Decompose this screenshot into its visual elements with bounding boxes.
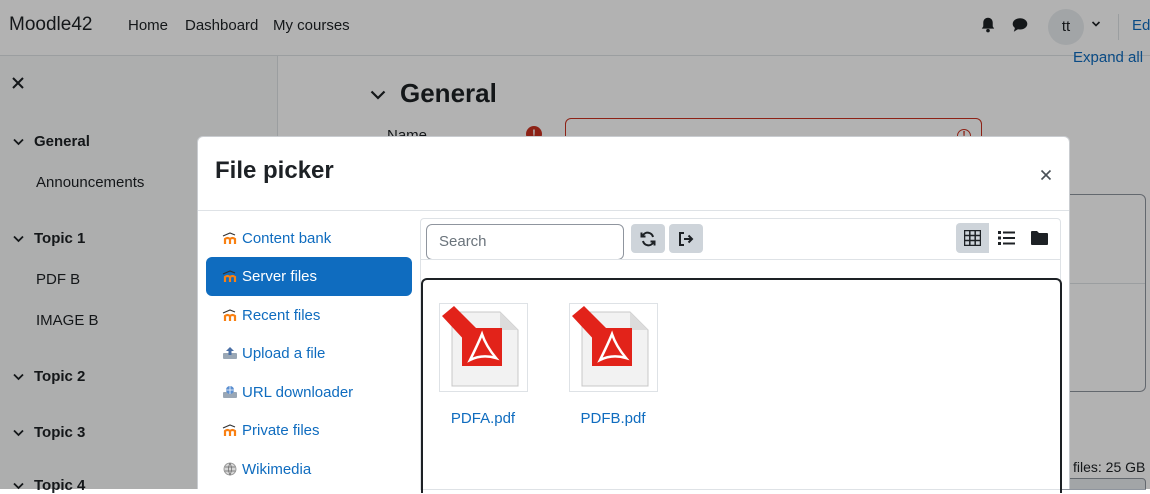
repo-label: Server files (242, 268, 318, 285)
repo-recent-files[interactable]: Recent files (206, 296, 412, 335)
repo-upload-a-file[interactable]: Upload a file (206, 334, 412, 373)
refresh-button[interactable] (631, 224, 665, 253)
refresh-icon (640, 231, 656, 247)
file-tile-pdfb[interactable]: PDFB.pdf (553, 303, 673, 427)
repo-wikimedia[interactable]: Wikimedia (206, 450, 412, 489)
logout-button[interactable] (669, 224, 703, 253)
sign-out-icon (679, 232, 694, 246)
file-name[interactable]: PDFA.pdf (423, 410, 543, 427)
close-icon[interactable] (1040, 169, 1052, 181)
moodle-icon (222, 424, 237, 436)
repo-url-downloader[interactable]: URL downloader (206, 373, 412, 412)
folder-icon (1031, 231, 1048, 245)
file-thumbnail (438, 303, 528, 392)
search-input[interactable]: Search (426, 224, 624, 260)
repo-label: URL downloader (242, 384, 354, 401)
file-name[interactable]: PDFB.pdf (553, 410, 673, 427)
file-thumbnail (568, 303, 658, 392)
upload-icon (223, 347, 237, 359)
url-icon (223, 386, 237, 398)
icons-view-button[interactable] (956, 223, 989, 253)
dialog-header-divider (198, 210, 1069, 211)
repo-label: Recent files (242, 307, 321, 324)
repo-label: Content bank (242, 230, 332, 247)
repo-label: Private files (242, 422, 320, 439)
file-picker-dialog: File picker Content bank Server files Re… (197, 136, 1070, 493)
file-tile-pdfa[interactable]: PDFA.pdf (423, 303, 543, 427)
pdf-file-icon (441, 306, 518, 387)
moodle-icon (222, 270, 237, 282)
repo-label: Upload a file (242, 345, 326, 362)
file-list-area: PDFA.pdf PDFB.pdf (421, 278, 1062, 493)
toolbar-divider (421, 259, 1060, 260)
repo-content-bank[interactable]: Content bank (206, 219, 412, 258)
grid-icon (964, 230, 981, 246)
view-toggle-group (956, 223, 1057, 253)
repo-server-files[interactable]: Server files (206, 257, 412, 296)
file-browser-panel: Search PDFA.pdf PDFB.pdf (420, 218, 1062, 493)
list-view-button[interactable] (990, 223, 1023, 253)
moodle-icon (222, 232, 237, 244)
pdf-file-icon (571, 306, 648, 387)
list-icon (998, 231, 1015, 245)
repo-label: Wikimedia (242, 461, 312, 478)
repo-private-files[interactable]: Private files (206, 411, 412, 450)
wikimedia-icon (223, 462, 237, 476)
moodle-icon (222, 309, 237, 321)
dialog-title: File picker (215, 157, 334, 184)
tree-view-button[interactable] (1023, 223, 1056, 253)
